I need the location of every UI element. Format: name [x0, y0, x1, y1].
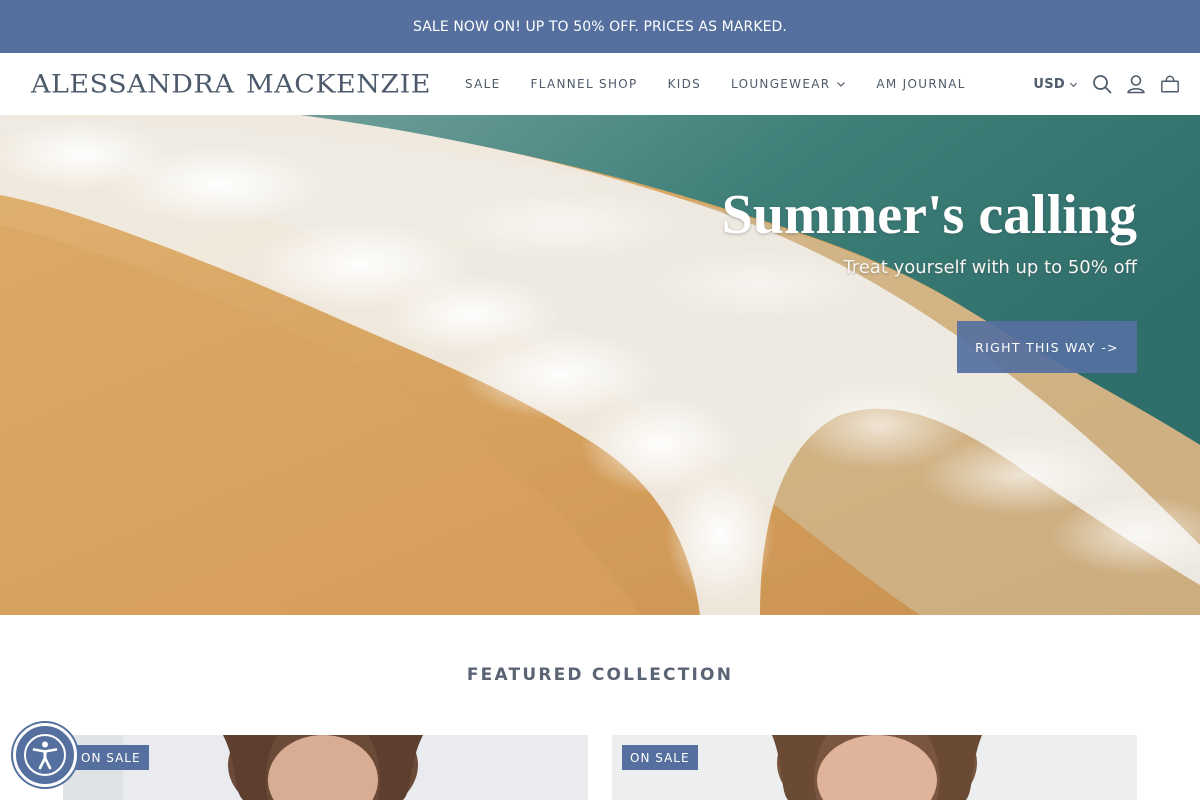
site-header: ALESSANDRA MACKENZIE SALE FLANNEL SHOP K…	[0, 53, 1200, 115]
product-card[interactable]: ON SALE	[612, 735, 1137, 800]
currency-label: USD	[1033, 76, 1065, 92]
hero-banner: Summer's calling Treat yourself with up …	[0, 115, 1200, 615]
cart-icon[interactable]	[1160, 74, 1180, 94]
header-actions: USD	[1033, 53, 1180, 115]
chevron-down-icon	[837, 82, 846, 87]
hero-title: Summer's calling	[721, 184, 1137, 246]
account-icon[interactable]	[1126, 74, 1146, 94]
search-icon[interactable]	[1092, 74, 1112, 94]
nav-item-label: KIDS	[667, 77, 702, 91]
hero-cta-button[interactable]: RIGHT THIS WAY ->	[957, 321, 1137, 373]
hero-subtitle: Treat yourself with up to 50% off	[843, 257, 1137, 278]
nav-item-label: SALE	[465, 77, 501, 91]
logo-word-2: MACKENZIE	[246, 69, 431, 99]
accessibility-button[interactable]	[13, 723, 77, 787]
announcement-text: SALE NOW ON! UP TO 50% OFF. PRICES AS MA…	[413, 18, 787, 35]
nav-item-loungewear[interactable]: LOUNGEWEAR	[731, 77, 846, 91]
on-sale-badge: ON SALE	[622, 745, 698, 770]
currency-selector[interactable]: USD	[1033, 77, 1078, 92]
nav-item-label: LOUNGEWEAR	[731, 77, 831, 91]
chevron-down-icon	[1069, 82, 1078, 87]
on-sale-badge: ON SALE	[73, 745, 149, 770]
nav-item-am-journal[interactable]: AM JOURNAL	[876, 77, 965, 91]
nav-item-sale[interactable]: SALE	[465, 77, 501, 91]
accessibility-icon	[24, 734, 66, 776]
nav-item-label: FLANNEL SHOP	[530, 77, 638, 91]
announcement-bar: SALE NOW ON! UP TO 50% OFF. PRICES AS MA…	[0, 0, 1200, 53]
nav-item-flannel-shop[interactable]: FLANNEL SHOP	[531, 77, 638, 91]
logo-word-1: ALESSANDRA	[31, 69, 235, 99]
nav-item-kids[interactable]: KIDS	[668, 77, 701, 91]
main-nav: SALE FLANNEL SHOP KIDS LOUNGEWEAR AM JOU…	[465, 53, 966, 115]
brand-logo[interactable]: ALESSANDRA MACKENZIE	[31, 69, 431, 99]
product-card[interactable]: ON SALE	[63, 735, 588, 800]
featured-collection-heading: FEATURED COLLECTION	[466, 665, 734, 685]
nav-item-label: AM JOURNAL	[876, 77, 966, 91]
